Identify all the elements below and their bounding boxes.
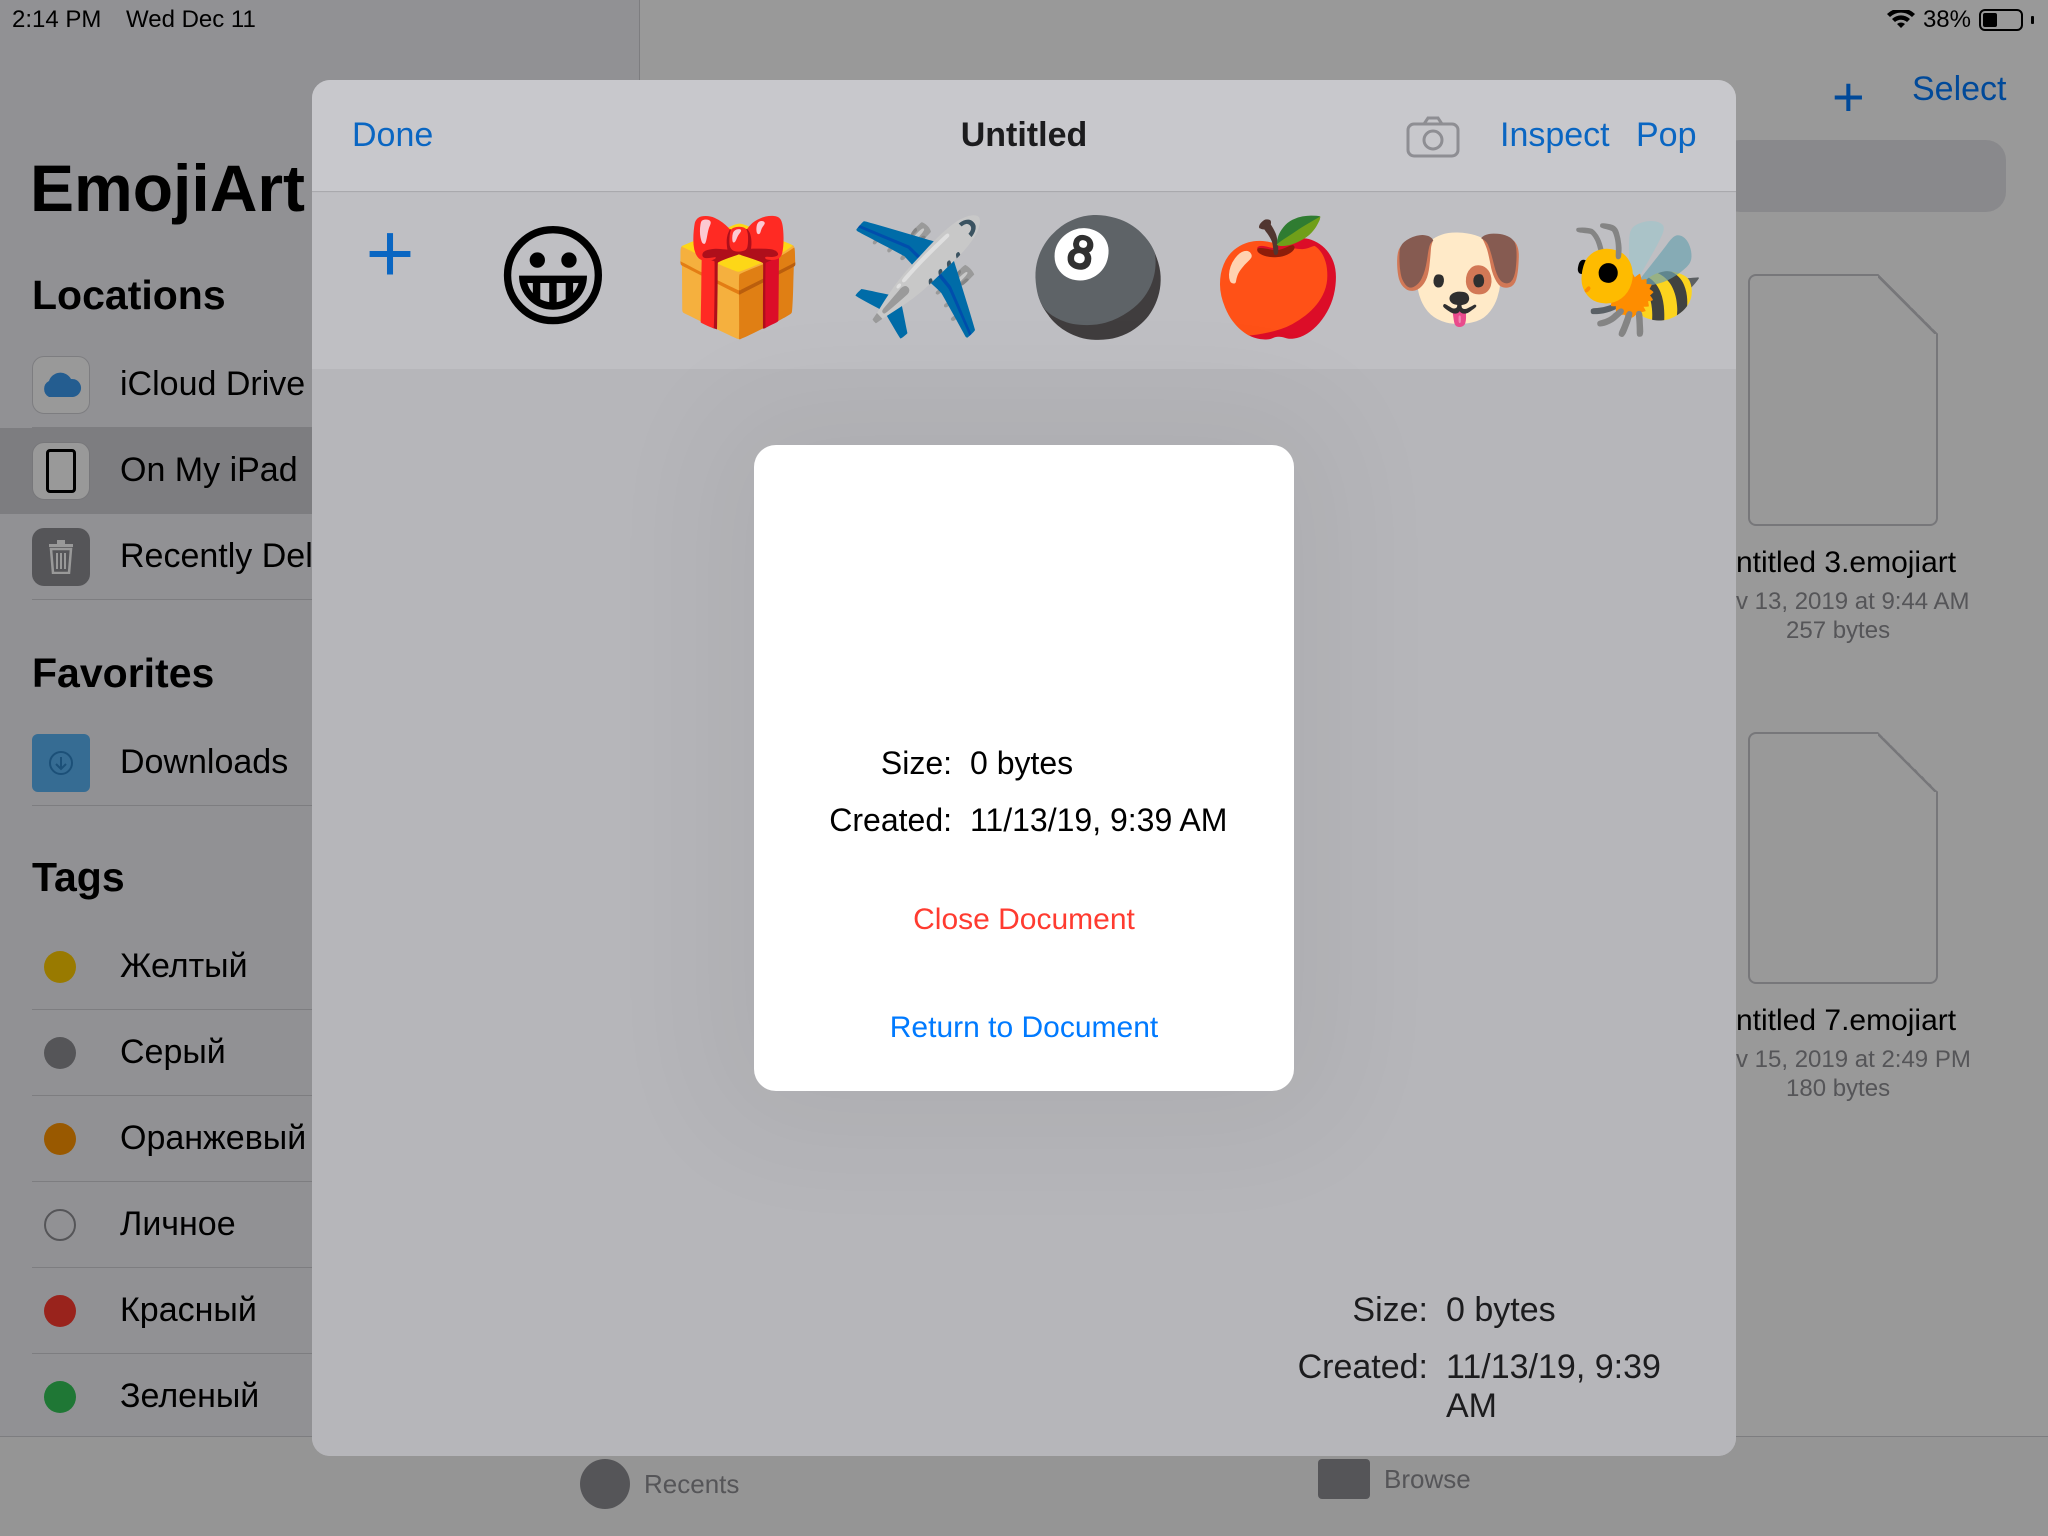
inspect-button[interactable]: Inspect — [1500, 116, 1610, 155]
emoji-apple[interactable]: 🍎 — [1208, 213, 1347, 343]
emoji-gift[interactable]: 🎁 — [668, 213, 807, 343]
emoji-8-ball[interactable]: 🎱 — [1028, 213, 1167, 343]
size-value: 0 bytes — [1446, 1291, 1556, 1329]
battery-icon — [1979, 9, 2023, 31]
document-info-popover: Size: 0 bytes Created: 11/13/19, 9:39 AM… — [754, 445, 1294, 1091]
popover-info: Size: 0 bytes Created: 11/13/19, 9:39 AM — [754, 745, 1294, 859]
document-info: Size: 0 bytes Created: 11/13/19, 9:39 AM — [1298, 1273, 1716, 1426]
emoji-dog[interactable]: 🐶 — [1388, 213, 1527, 343]
close-document-button[interactable]: Close Document — [754, 903, 1294, 937]
emoji-palette: + 😀 🎁 ✈️ 🎱 🍎 🐶 🐝 — [312, 193, 1736, 369]
status-bar: 2:14 PM Wed Dec 11 38% — [0, 0, 2048, 40]
created-key: Created: — [829, 802, 952, 838]
camera-icon[interactable] — [1406, 116, 1460, 158]
size-key: Size: — [880, 745, 952, 781]
pop-button[interactable]: Pop — [1636, 116, 1697, 155]
created-value: 11/13/19, 9:39 AM — [970, 802, 1228, 838]
size-value: 0 bytes — [970, 745, 1074, 781]
wifi-icon — [1886, 10, 1915, 28]
status-indicators: 38% — [1886, 6, 2034, 34]
emoji-bee[interactable]: 🐝 — [1568, 213, 1707, 343]
battery-percent: 38% — [1922, 6, 1971, 33]
status-date: Wed Dec 11 — [126, 6, 256, 33]
emoji-grinning[interactable]: 😀 — [488, 213, 618, 343]
return-to-document-button[interactable]: Return to Document — [754, 1011, 1294, 1045]
document-navbar: Done Untitled Inspect Pop — [312, 80, 1736, 192]
created-key: Created: — [1297, 1348, 1428, 1386]
created-value: 11/13/19, 9:39 AM — [1446, 1348, 1661, 1425]
add-emoji-button[interactable]: + — [362, 211, 418, 295]
emoji-airplane[interactable]: ✈️ — [848, 213, 987, 343]
battery-tip — [2031, 16, 2034, 24]
size-key: Size: — [1352, 1291, 1428, 1329]
status-time: 2:14 PM — [12, 6, 102, 33]
